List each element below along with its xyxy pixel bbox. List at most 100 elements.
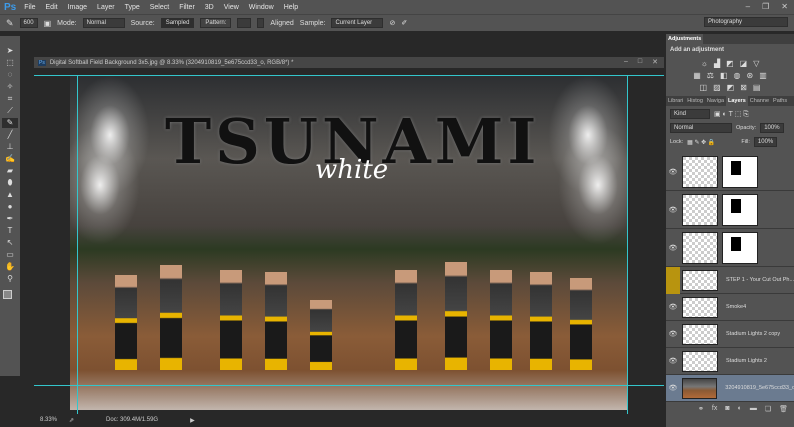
layer-mask-thumbnail[interactable] (722, 155, 758, 188)
layer-row[interactable]: 👁 (666, 229, 794, 267)
posterize-icon[interactable]: ▨ (713, 83, 721, 92)
pen-tool-icon[interactable]: ✒ (2, 214, 18, 224)
menu-image[interactable]: Image (68, 4, 87, 11)
crop-tool-icon[interactable]: ⌗ (2, 94, 18, 104)
threshold-icon[interactable]: ◩ (727, 83, 735, 92)
doc-close-icon[interactable]: ✕ (652, 58, 658, 66)
menu-filter[interactable]: Filter (179, 4, 195, 11)
layer-row[interactable]: 👁 Smoke4 (666, 294, 794, 321)
eye-icon[interactable]: 👁 (666, 384, 680, 392)
doc-minimize-icon[interactable]: – (624, 58, 628, 66)
paint-bucket-tool-icon[interactable]: ⬮ (2, 178, 18, 188)
marquee-tool-icon[interactable]: ⬚ (2, 58, 18, 68)
color-lookup-icon[interactable]: ▥ (759, 71, 767, 80)
healing-brush-tool-icon[interactable]: ✎ (2, 118, 18, 128)
layer-row[interactable]: 👁 3204910819_5e675ccd33_o (666, 375, 794, 402)
move-tool-icon[interactable]: ➤ (2, 46, 18, 56)
menu-help[interactable]: Help (284, 4, 298, 11)
exposure-icon[interactable]: ◪ (740, 59, 748, 68)
workspace-select[interactable]: Photography (704, 17, 788, 27)
quick-select-tool-icon[interactable]: ✧ (2, 82, 18, 92)
tab-channe[interactable]: Channe (748, 96, 771, 106)
minimize-icon[interactable]: – (746, 2, 750, 11)
export-icon[interactable]: ⇗ (69, 417, 74, 424)
path-select-tool-icon[interactable]: ↖ (2, 238, 18, 248)
healing-brush-icon[interactable]: ✎ (6, 18, 14, 29)
color-balance-icon[interactable]: ⚖ (707, 71, 714, 80)
eye-icon[interactable]: 👁 (666, 168, 680, 176)
restore-icon[interactable]: ❐ (762, 2, 769, 11)
zoom-tool-icon[interactable]: ⚲ (2, 274, 18, 284)
dodge-tool-icon[interactable]: ● (2, 202, 18, 212)
new-layer-icon[interactable]: ❏ (765, 405, 771, 417)
tab-librari[interactable]: Librari (666, 96, 685, 106)
eye-icon[interactable]: 👁 (666, 244, 680, 252)
menu-3d[interactable]: 3D (205, 4, 214, 11)
gradient-map-icon[interactable]: ▤ (753, 83, 761, 92)
layer-mask-thumbnail[interactable] (722, 231, 758, 264)
tab-layers[interactable]: Layers (726, 96, 748, 106)
clone-stamp-tool-icon[interactable]: ⊥ (2, 142, 18, 152)
tab-naviga[interactable]: Naviga (705, 96, 726, 106)
canvas[interactable]: TSUNAMI white (70, 75, 628, 410)
layer-filter-select[interactable]: Kind (670, 109, 710, 119)
fill-input[interactable]: 100% (753, 137, 778, 147)
eye-icon[interactable]: 👁 (666, 303, 680, 311)
guide-line[interactable] (627, 75, 628, 414)
brush-tool-icon[interactable]: ╱ (2, 130, 18, 140)
mode-select[interactable]: Normal (82, 18, 125, 28)
eye-icon[interactable]: 👁 (666, 206, 680, 214)
history-brush-tool-icon[interactable]: ✍ (2, 154, 18, 164)
selective-color-icon[interactable]: ⊠ (740, 83, 747, 92)
hand-tool-icon[interactable]: ✋ (2, 262, 18, 272)
visibility-toggle[interactable] (666, 266, 680, 294)
brush-size-picker[interactable]: 600 (19, 18, 38, 28)
layer-row[interactable]: STEP 1 - Your Cut Out Ph... (666, 266, 794, 294)
layer-row[interactable]: 👁 (666, 191, 794, 229)
photo-filter-icon[interactable]: ◍ (734, 71, 741, 80)
type-tool-icon[interactable]: T (2, 226, 18, 236)
close-icon[interactable]: ✕ (781, 2, 788, 11)
layer-row[interactable]: 👁 Stadium Lights 2 (666, 348, 794, 375)
status-menu-arrow-icon[interactable]: ▶ (190, 417, 195, 424)
pressure-icon[interactable]: ✐ (401, 19, 407, 27)
eyedropper-tool-icon[interactable]: ⟋ (2, 106, 18, 116)
tab-paths[interactable]: Paths (771, 96, 789, 106)
eye-icon[interactable]: 👁 (666, 330, 680, 338)
adjustment-layer-icon[interactable]: ◐ (738, 405, 742, 417)
vibrance-icon[interactable]: ▽ (753, 59, 759, 68)
ignore-adjustment-icon[interactable]: ⊘ (389, 19, 395, 27)
rectangle-tool-icon[interactable]: ▭ (2, 250, 18, 260)
menu-edit[interactable]: Edit (46, 4, 58, 11)
add-mask-icon[interactable]: ◙ (725, 405, 729, 417)
doc-maximize-icon[interactable]: □ (638, 58, 642, 66)
color-swatches[interactable] (3, 290, 17, 304)
curves-icon[interactable]: ◩ (726, 59, 734, 68)
source-sampled-button[interactable]: Sampled (160, 18, 195, 28)
brightness-icon[interactable]: ☼ (701, 59, 708, 68)
document-tab[interactable]: Ps Digital Softball Field Background 3x5.… (34, 57, 664, 68)
menu-layer[interactable]: Layer (97, 4, 115, 11)
menu-view[interactable]: View (224, 4, 239, 11)
tab-histog[interactable]: Histog (685, 96, 705, 106)
menu-select[interactable]: Select (150, 4, 169, 11)
tab-adjustments[interactable]: Adjustments (666, 34, 704, 44)
channel-mixer-icon[interactable]: ⊛ (747, 71, 754, 80)
source-pattern-button[interactable]: Pattern: (200, 18, 232, 28)
folder-icon[interactable]: ▬ (750, 405, 757, 417)
menu-type[interactable]: Type (125, 4, 140, 11)
lasso-tool-icon[interactable]: ◌ (2, 70, 18, 80)
menu-file[interactable]: File (24, 4, 35, 11)
layer-row[interactable]: 👁 (666, 153, 794, 191)
trash-icon[interactable]: 🗑 (779, 405, 788, 417)
invert-icon[interactable]: ◫ (700, 83, 708, 92)
lock-icons[interactable]: ▦ ✎ ✥ 🔒 (687, 139, 715, 146)
eye-icon[interactable]: 👁 (666, 357, 680, 365)
guide-line[interactable] (34, 75, 664, 76)
layer-mask-thumbnail[interactable] (722, 193, 758, 226)
layer-row[interactable]: 👁 Stadium Lights 2 copy (666, 321, 794, 348)
filter-icons[interactable]: ▣ ◐ T ⬚ ⎘ (714, 110, 749, 119)
menu-window[interactable]: Window (249, 4, 274, 11)
link-icon[interactable]: ⚭ (698, 405, 704, 417)
blend-mode-select[interactable]: Normal (670, 123, 732, 133)
